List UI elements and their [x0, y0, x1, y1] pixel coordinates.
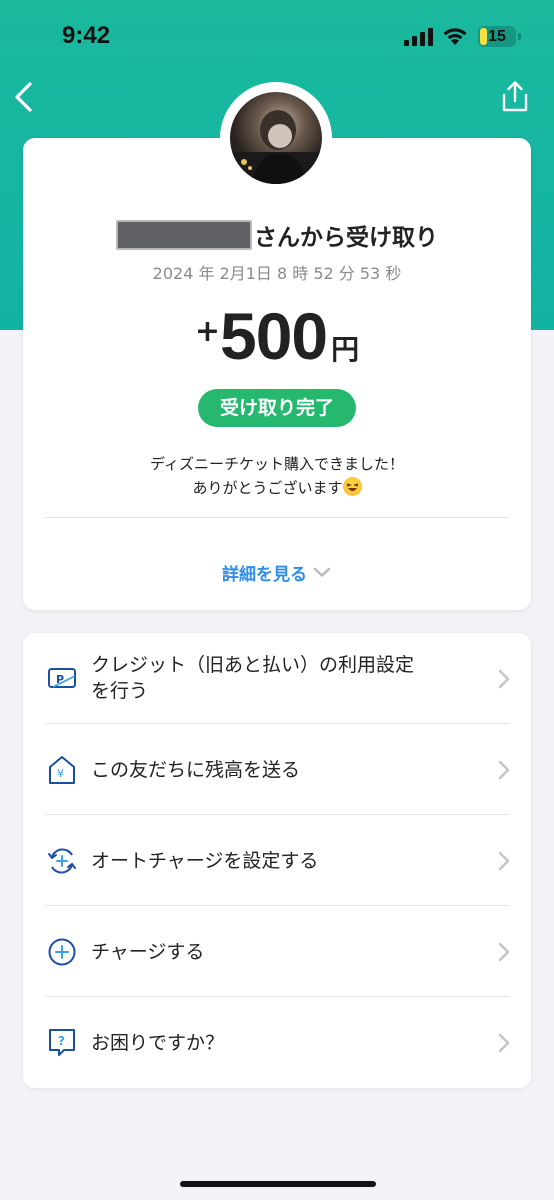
menu-label: オートチャージを設定する	[91, 850, 319, 872]
status-time: 9:42	[62, 22, 111, 49]
credit-card-icon: P	[48, 668, 76, 688]
auto-charge-icon	[48, 848, 76, 874]
sender-row: さんから受け取り	[100, 218, 454, 252]
menu-item-charge[interactable]: チャージする	[23, 906, 531, 997]
menu-item-auto-charge[interactable]: オートチャージを設定する	[23, 815, 531, 906]
transaction-timestamp: 2024 年 2月1日 8 時 52 分 53 秒	[152, 264, 402, 283]
menu-item-credit-settings[interactable]: P クレジット（旧あと払い）の利用設定 を行う	[23, 633, 531, 724]
chevron-right-icon	[498, 1033, 510, 1053]
svg-text:?: ?	[58, 1034, 65, 1048]
svg-text:¥: ¥	[57, 767, 64, 780]
battery-tip	[518, 33, 521, 40]
status-badge: 受け取り完了	[198, 389, 356, 427]
transaction-message: ディズニーチケット購入できました！ ありがとうございます	[0, 452, 554, 500]
help-bubble-icon: ?	[49, 1029, 75, 1056]
chevron-right-icon	[498, 760, 510, 780]
chevron-right-icon	[498, 669, 510, 689]
sender-label: さんから受け取り	[254, 225, 438, 251]
laughing-emoji-icon	[342, 477, 362, 496]
menu-label: お困りですか？	[91, 1032, 225, 1054]
status-bar: 9:42 15	[0, 0, 554, 72]
redacted-sender-name	[116, 220, 252, 250]
chevron-down-icon	[313, 567, 331, 577]
message-line-1: ディズニーチケット購入できました！	[150, 455, 404, 473]
menu-label: この友だちに残高を送る	[91, 759, 301, 781]
back-button[interactable]	[10, 80, 40, 114]
avatar-frame	[220, 82, 332, 194]
amount-value: 500	[220, 299, 328, 373]
chevron-right-icon	[498, 942, 510, 962]
yen-house-icon: ¥	[49, 756, 75, 784]
signal-icon	[404, 28, 433, 46]
details-toggle[interactable]: 詳細を見る	[222, 559, 331, 585]
menu-item-send-balance[interactable]: ¥ この友だちに残高を送る	[23, 724, 531, 815]
amount-currency: 円	[331, 333, 360, 366]
chevron-right-icon	[498, 851, 510, 871]
share-button[interactable]	[500, 80, 530, 114]
card-divider	[45, 517, 509, 518]
menu-label: チャージする	[91, 941, 205, 963]
plus-circle-icon	[48, 938, 76, 966]
svg-text:P: P	[56, 673, 64, 686]
menu-label: クレジット（旧あと払い）の利用設定 を行う	[91, 654, 415, 702]
home-indicator[interactable]	[180, 1181, 376, 1187]
transaction-card	[23, 138, 531, 610]
amount-sign: +	[194, 314, 220, 349]
battery-icon: 15	[478, 26, 516, 47]
message-line-2: ありがとうございます	[0, 476, 554, 500]
battery-level: 15	[488, 28, 506, 45]
wifi-icon	[443, 28, 467, 45]
details-label: 詳細を見る	[222, 564, 307, 585]
menu-item-help[interactable]: ? お困りですか？	[23, 997, 531, 1088]
transaction-amount: +500 円	[0, 298, 554, 374]
avatar[interactable]	[230, 92, 322, 184]
